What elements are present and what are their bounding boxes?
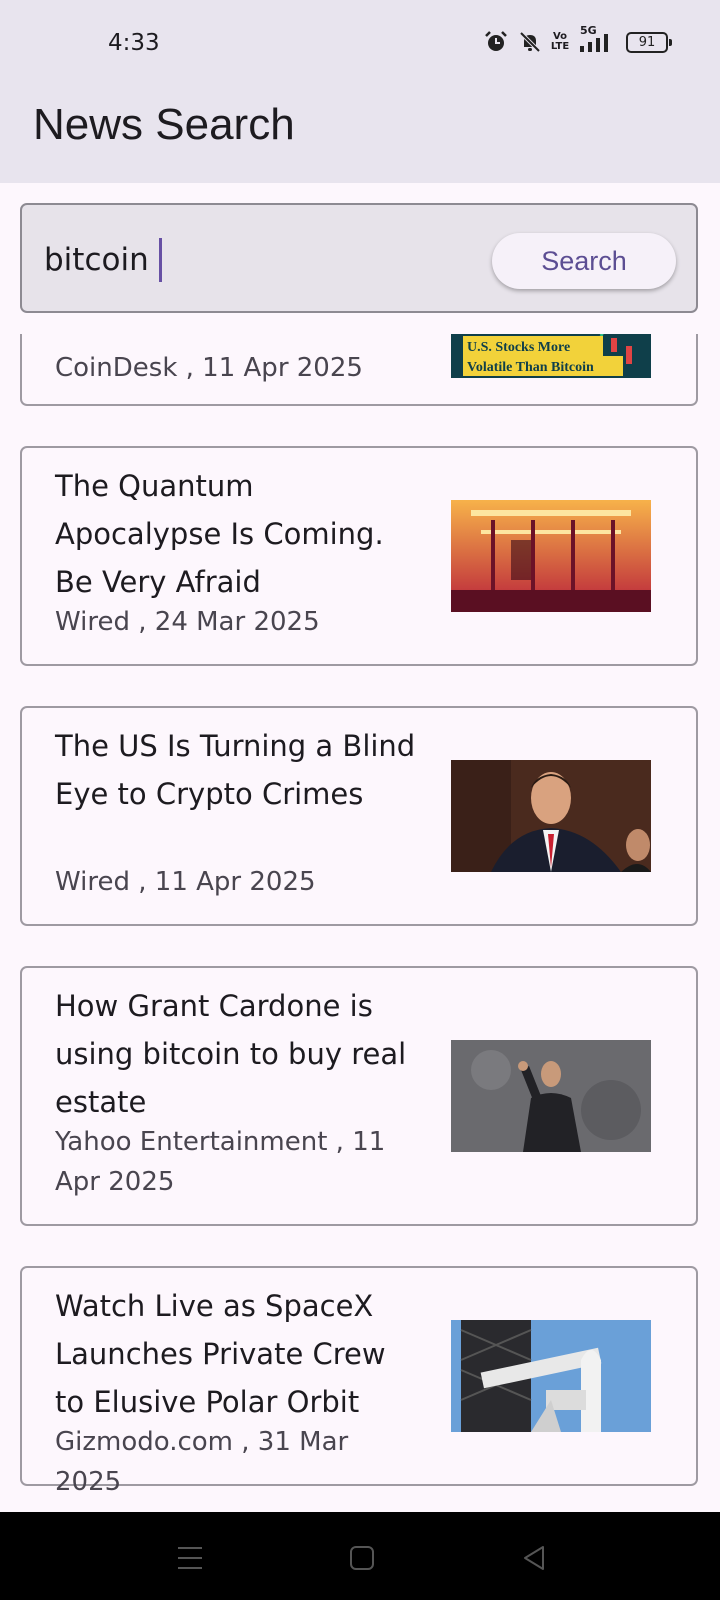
article-source-date: Yahoo Entertainment , 11 Apr 2025	[55, 1127, 386, 1197]
thumbnail-caption-1: U.S. Stocks More	[467, 340, 570, 355]
volte-icon: Vo LTE	[550, 31, 570, 52]
article-source-date: Gizmodo.com , 31 Mar 2025	[55, 1427, 349, 1497]
article-title: The Quantum Apocalypse Is Coming. Be Ver…	[55, 469, 384, 599]
menu-icon[interactable]	[170, 1538, 210, 1578]
article-source-date: Wired , 24 Mar 2025	[55, 607, 320, 637]
article-source-date: CoinDesk , 11 Apr 2025	[55, 353, 363, 383]
search-input-value: bitcoin	[44, 242, 149, 278]
news-card[interactable]: The US Is Turning a Blind Eye to Crypto …	[20, 706, 698, 926]
article-thumbnail	[451, 1320, 651, 1432]
news-card[interactable]: The Quantum Apocalypse Is Coming. Be Ver…	[20, 446, 698, 666]
article-title: How Grant Cardone is using bitcoin to bu…	[55, 989, 407, 1119]
5g-signal-icon: 5G	[578, 24, 616, 53]
battery-icon: 91	[626, 31, 672, 53]
status-icons: Vo LTE 5G 91	[484, 24, 672, 54]
news-card[interactable]: Watch Live as SpaceX Launches Private Cr…	[20, 1266, 698, 1497]
bell-off-icon	[518, 30, 542, 54]
article-thumbnail	[451, 760, 651, 872]
status-bar: 4:33 Vo LTE 5G 91	[0, 0, 720, 92]
thumbnail-caption-2: Volatile Than Bitcoin	[467, 360, 594, 375]
article-thumbnail: U.S. Stocks More Volatile Than Bitcoin	[451, 334, 651, 378]
system-nav-bar	[0, 1512, 720, 1600]
article-thumbnail	[451, 1040, 651, 1152]
search-container: bitcoin Search	[20, 203, 698, 313]
alarm-icon	[484, 30, 508, 54]
page-title: News Search	[33, 100, 295, 149]
home-icon[interactable]	[342, 1538, 382, 1578]
search-input[interactable]: bitcoin	[44, 235, 484, 285]
article-title: Watch Live as SpaceX Launches Private Cr…	[55, 1289, 386, 1419]
status-time: 4:33	[108, 30, 160, 56]
news-card[interactable]: How Grant Cardone is using bitcoin to bu…	[20, 966, 698, 1226]
article-title: The US Is Turning a Blind Eye to Crypto …	[55, 729, 416, 811]
article-thumbnail	[451, 500, 651, 612]
text-caret	[158, 238, 162, 282]
article-source-date: Wired , 11 Apr 2025	[55, 867, 316, 897]
app-bar: News Search	[0, 92, 720, 183]
news-list[interactable]: CoinDesk , 11 Apr 2025 U.S. Stocks More …	[0, 334, 720, 1512]
search-button[interactable]: Search	[492, 233, 676, 289]
news-card[interactable]: CoinDesk , 11 Apr 2025 U.S. Stocks More …	[20, 334, 698, 406]
back-icon[interactable]	[514, 1538, 554, 1578]
network-label: 5G	[580, 24, 597, 37]
